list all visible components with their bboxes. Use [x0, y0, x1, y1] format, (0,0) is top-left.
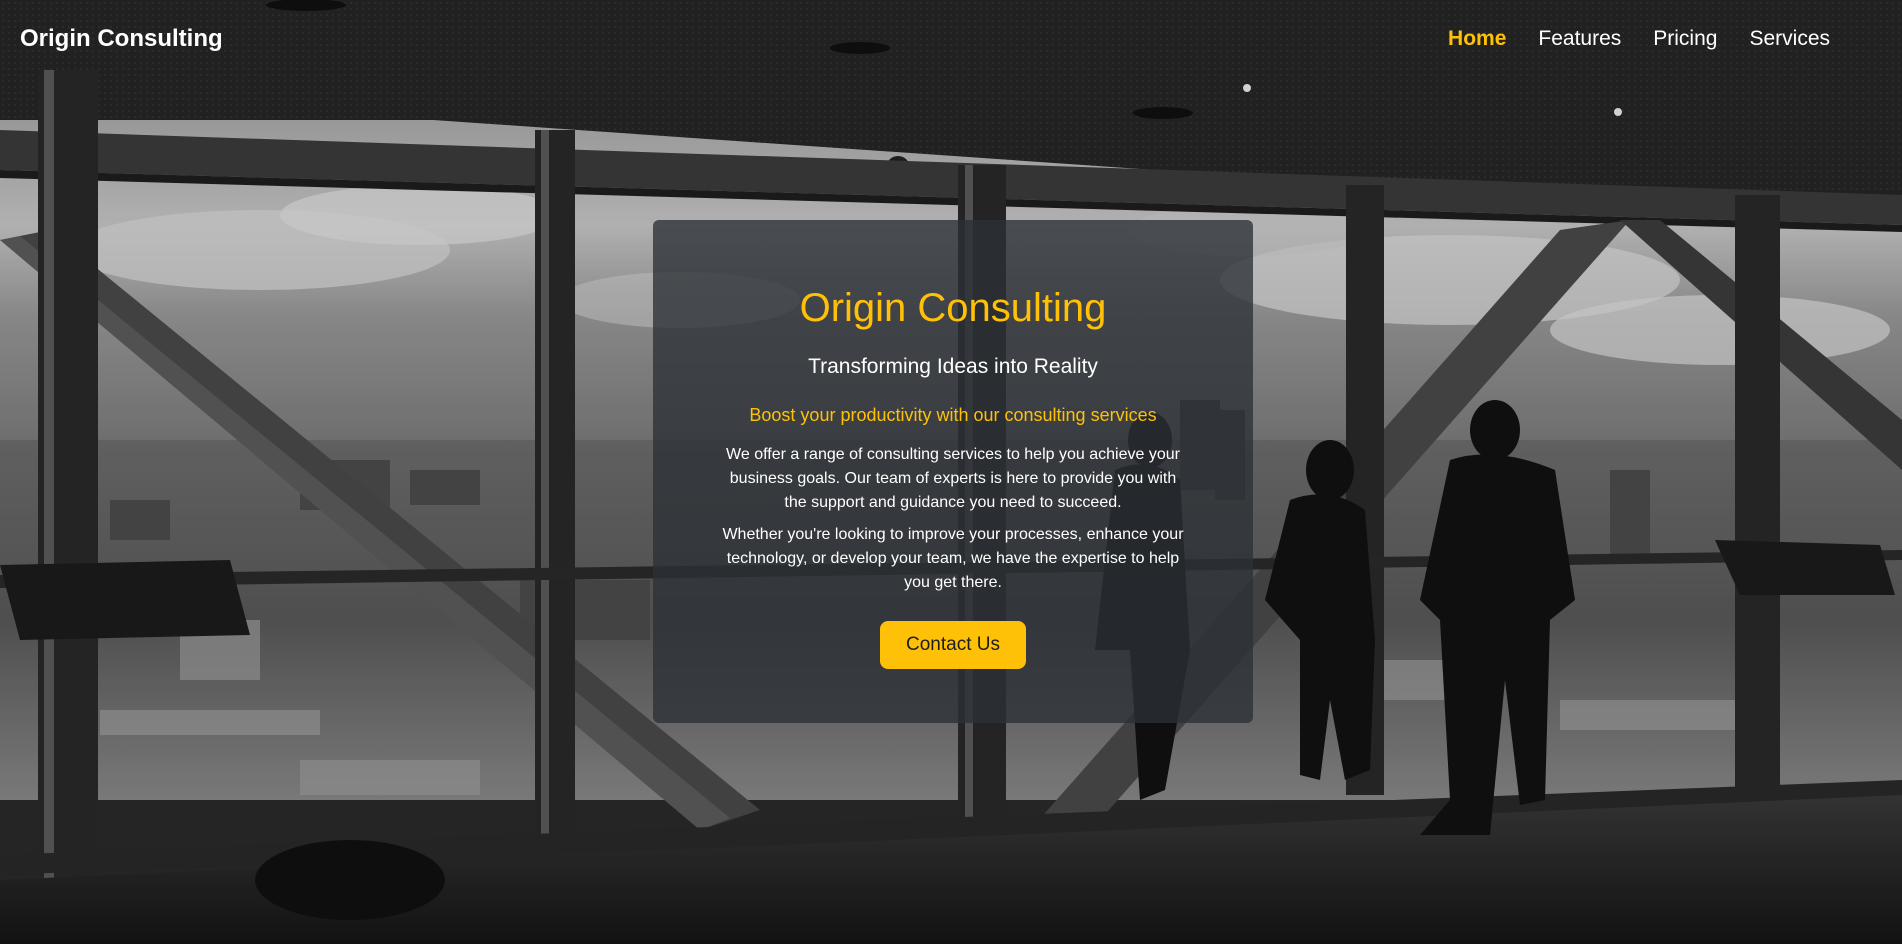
nav-link-home[interactable]: Home — [1432, 27, 1522, 51]
hero-card: Origin Consulting Transforming Ideas int… — [653, 220, 1253, 723]
hero-section: Origin Consulting Home Features Pricing … — [0, 0, 1902, 944]
hero-subtitle: Transforming Ideas into Reality — [808, 355, 1098, 378]
nav-link-services[interactable]: Services — [1733, 27, 1846, 51]
hero-tagline: Boost your productivity with our consult… — [749, 405, 1157, 425]
brand-logo-text[interactable]: Origin Consulting — [20, 25, 223, 53]
nav-link-pricing[interactable]: Pricing — [1637, 27, 1733, 51]
contact-us-button[interactable]: Contact Us — [880, 621, 1026, 669]
nav-links: Home Features Pricing Services — [1432, 27, 1846, 51]
hero-paragraph-1: We offer a range of consulting services … — [726, 446, 1180, 511]
top-navbar: Origin Consulting Home Features Pricing … — [0, 0, 1902, 78]
hero-title: Origin Consulting — [799, 286, 1107, 330]
hero-paragraph-2: Whether you're looking to improve your p… — [722, 526, 1184, 591]
nav-link-features[interactable]: Features — [1522, 27, 1637, 51]
